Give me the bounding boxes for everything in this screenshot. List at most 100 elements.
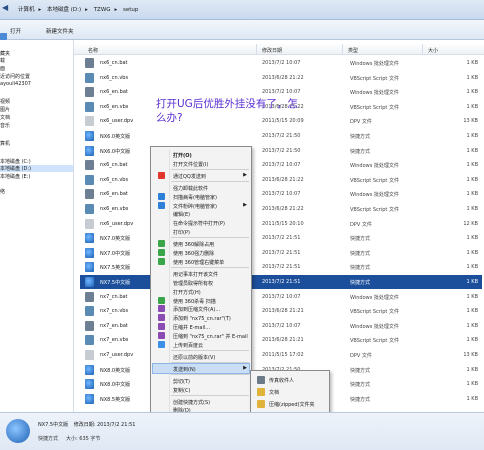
file-size: 1 KB: [466, 308, 478, 315]
context-menu-item[interactable]: 使用 360杀毒 扫描: [153, 296, 249, 305]
send-to-label: 文档: [269, 390, 280, 396]
menu-separator: [171, 361, 249, 363]
file-row[interactable]: nx7_en.vbs 2013/6/28 21:21 VBScript Script…: [80, 333, 482, 347]
context-menu-item[interactable]: 发送到(N) ▶: [152, 362, 250, 374]
nav-item[interactable]: 本地磁盘 (E:): [0, 173, 30, 180]
context-menu-item[interactable]: 打开(O): [153, 150, 249, 159]
file-row[interactable]: nx6_en.vbs 2013/6/28 21:22 VBScript Script…: [80, 202, 482, 216]
nav-item[interactable]: 图片: [0, 106, 10, 113]
context-menu-item[interactable]: 强力卸载此软件: [153, 183, 249, 192]
zip-icon: [257, 400, 265, 408]
file-date: 2013/7/2 21:51: [262, 235, 301, 242]
file-row[interactable]: NX7.5英文版 2013/7/2 21:51 快捷方式 1 KB: [80, 260, 482, 274]
column-size[interactable]: 大小: [428, 47, 438, 54]
nav-item[interactable]: 近访问的位置: [0, 73, 30, 80]
360-icon: [158, 240, 165, 248]
file-size: 1 KB: [466, 176, 478, 183]
file-row[interactable]: nx7_cn.bat 2013/7/2 10:07 Windows 批处理文件 1 K…: [80, 290, 482, 304]
file-date: 2013/7/2 10:07: [262, 293, 301, 300]
file-row[interactable]: nx6_en.bat 2013/7/2 10:07 Windows 批处理文件 1 K…: [80, 187, 482, 201]
breadcrumb-item[interactable]: setup: [123, 7, 138, 13]
context-menu-item[interactable]: 上传到百度云: [153, 340, 249, 349]
context-menu-item[interactable]: 用记事本打开该文件: [153, 269, 249, 278]
column-divider[interactable]: [422, 44, 423, 55]
context-menu-item[interactable]: 编辑(E): [153, 209, 249, 218]
nav-item[interactable]: 藏夹: [0, 50, 10, 57]
nav-item[interactable]: 本地磁盘 (D:): [0, 165, 73, 172]
column-name[interactable]: 名称: [88, 47, 98, 54]
breadcrumb-item[interactable]: 计算机: [18, 7, 35, 13]
file-size: 1 KB: [466, 366, 478, 373]
context-menu-item[interactable]: 还原以前的版本(V): [153, 352, 249, 361]
send-to-item[interactable]: 传真收件人: [253, 375, 329, 385]
nav-item[interactable]: ayouli42307: [0, 81, 31, 87]
context-menu-item[interactable]: 打印(P): [153, 227, 249, 236]
file-row[interactable]: NX7.5中文版 2013/7/2 21:51 快捷方式 1 KB: [80, 275, 482, 289]
file-size: 1 KB: [466, 381, 478, 388]
context-menu-item[interactable]: 使用 360解除占用: [153, 239, 249, 248]
file-row[interactable]: NX6.0中文版 2013/7/2 21:50 快捷方式 1 KB: [80, 144, 482, 158]
bat-file-icon: [85, 58, 94, 68]
file-row[interactable]: NX6.0英文版 2013/7/2 21:50 快捷方式 1 KB: [80, 129, 482, 143]
nav-item[interactable]: 文档: [0, 114, 10, 121]
file-row[interactable]: nx6_cn.bat 2013/7/2 10:07 Windows 批处理文件 1 K…: [80, 158, 482, 172]
send-to-item[interactable]: 文档: [253, 387, 329, 397]
file-type: 快捷方式: [350, 148, 371, 155]
file-name: nx6_cn.vbs: [100, 176, 129, 183]
context-menu-item[interactable]: 添加到压缩文件(A)...: [153, 304, 249, 313]
context-menu-item[interactable]: 扫描病毒(电脑管家): [153, 192, 249, 201]
file-row[interactable]: nx6_user.dpv 2011/5/15 20:10 DPV 文件 12 KB: [80, 217, 482, 231]
nav-item[interactable]: 视频: [0, 98, 10, 105]
file-row[interactable]: nx7_cn.vbs 2013/6/28 21:21 VBScript Script…: [80, 304, 482, 318]
menu-item-label: 上传到百度云: [173, 343, 204, 349]
breadcrumb-item[interactable]: 本地磁盘 (D:): [47, 7, 81, 13]
details-date: 修改日期: 2013/7/2 21:51: [73, 422, 136, 428]
breadcrumb-item[interactable]: TZWG: [94, 7, 111, 13]
rar-icon: [158, 314, 165, 322]
column-divider[interactable]: [342, 44, 343, 55]
file-row[interactable]: nx6_cn.vbs 2013/6/28 21:22 VBScript Script…: [80, 173, 482, 187]
column-type[interactable]: 类型: [348, 47, 358, 54]
vbs-file-icon: [85, 335, 94, 346]
file-name: NX8.5英文版: [100, 396, 131, 403]
rar-icon: [158, 305, 165, 313]
context-menu-item[interactable]: 通过QQ发送到 ▶: [153, 171, 249, 180]
send-to-item[interactable]: 压缩(zipped)文件夹: [253, 399, 329, 409]
column-date[interactable]: 修改日期: [262, 47, 282, 54]
context-menu-item[interactable]: 压缩并 E-mail...: [153, 322, 249, 331]
nav-item[interactable]: 音乐: [0, 122, 10, 129]
context-menu-item[interactable]: 使用 360强力删除: [153, 248, 249, 257]
file-date: 2011/5/15 17:02: [262, 352, 304, 358]
file-type: 快捷方式: [350, 134, 371, 140]
column-divider[interactable]: [256, 44, 257, 55]
new-folder-button[interactable]: 新建文件夹: [46, 27, 74, 35]
back-arrow-icon[interactable]: ◀: [2, 3, 8, 12]
context-menu-item[interactable]: 打开文件位置(I): [153, 159, 249, 168]
context-menu-item[interactable]: 在命令提示符中打开(P): [153, 218, 249, 227]
context-menu-item[interactable]: 剪切(T): [153, 376, 249, 385]
file-row[interactable]: nx7_en.bat 2013/7/2 10:07 Windows 批处理文件 1 K…: [80, 319, 482, 333]
address-bar[interactable]: ◀ 计算机 ▸ 本地磁盘 (D:) ▸ TZWG ▸ setup: [0, 0, 484, 20]
file-row[interactable]: nx6_cn.bat 2013/7/2 10:07 Windows 批处理文件 1 K…: [80, 56, 482, 70]
file-name: nx6_cn.bat: [100, 162, 128, 169]
context-menu-item[interactable]: 压缩到 "nx75_cn.rar" 并 E-mail: [153, 331, 249, 340]
context-menu-item[interactable]: 文件粉碎(电脑管家) ▶: [153, 201, 249, 210]
file-row[interactable]: NX7.0中文版 2013/7/2 21:51 快捷方式 1 KB: [80, 246, 482, 260]
file-row[interactable]: nx7_user.dpv 2011/5/15 17:02 DPV 文件 13 KB: [80, 348, 482, 362]
menu-separator: [171, 373, 249, 375]
context-menu-item[interactable]: 添加到 "nx75_cn.rar"(T): [153, 313, 249, 322]
file-row[interactable]: NX7.0英文版 2013/7/2 21:51 快捷方式 1 KB: [80, 231, 482, 245]
context-menu-item[interactable]: 管理员取得所有权: [153, 278, 249, 287]
breadcrumb[interactable]: 计算机 ▸ 本地磁盘 (D:) ▸ TZWG ▸ setup: [18, 5, 142, 13]
file-row[interactable]: nx6_cn.vbs 2013/6/28 21:22 VBScript Script…: [80, 71, 482, 85]
nav-item[interactable]: 络: [0, 188, 5, 195]
context-menu-item[interactable]: 使用 360管理右键菜单: [153, 257, 249, 266]
context-menu-item[interactable]: 打开方式(H): [153, 287, 249, 296]
context-menu-item[interactable]: 创建快捷方式(S): [153, 397, 249, 406]
nav-item[interactable]: 算机: [0, 140, 10, 147]
nav-item[interactable]: 载: [0, 57, 5, 64]
nav-item[interactable]: 本地磁盘 (C:): [0, 158, 31, 165]
context-menu-item[interactable]: 复制(C): [153, 385, 249, 394]
open-button[interactable]: 打开: [0, 27, 21, 40]
nav-item[interactable]: 面: [0, 65, 5, 72]
